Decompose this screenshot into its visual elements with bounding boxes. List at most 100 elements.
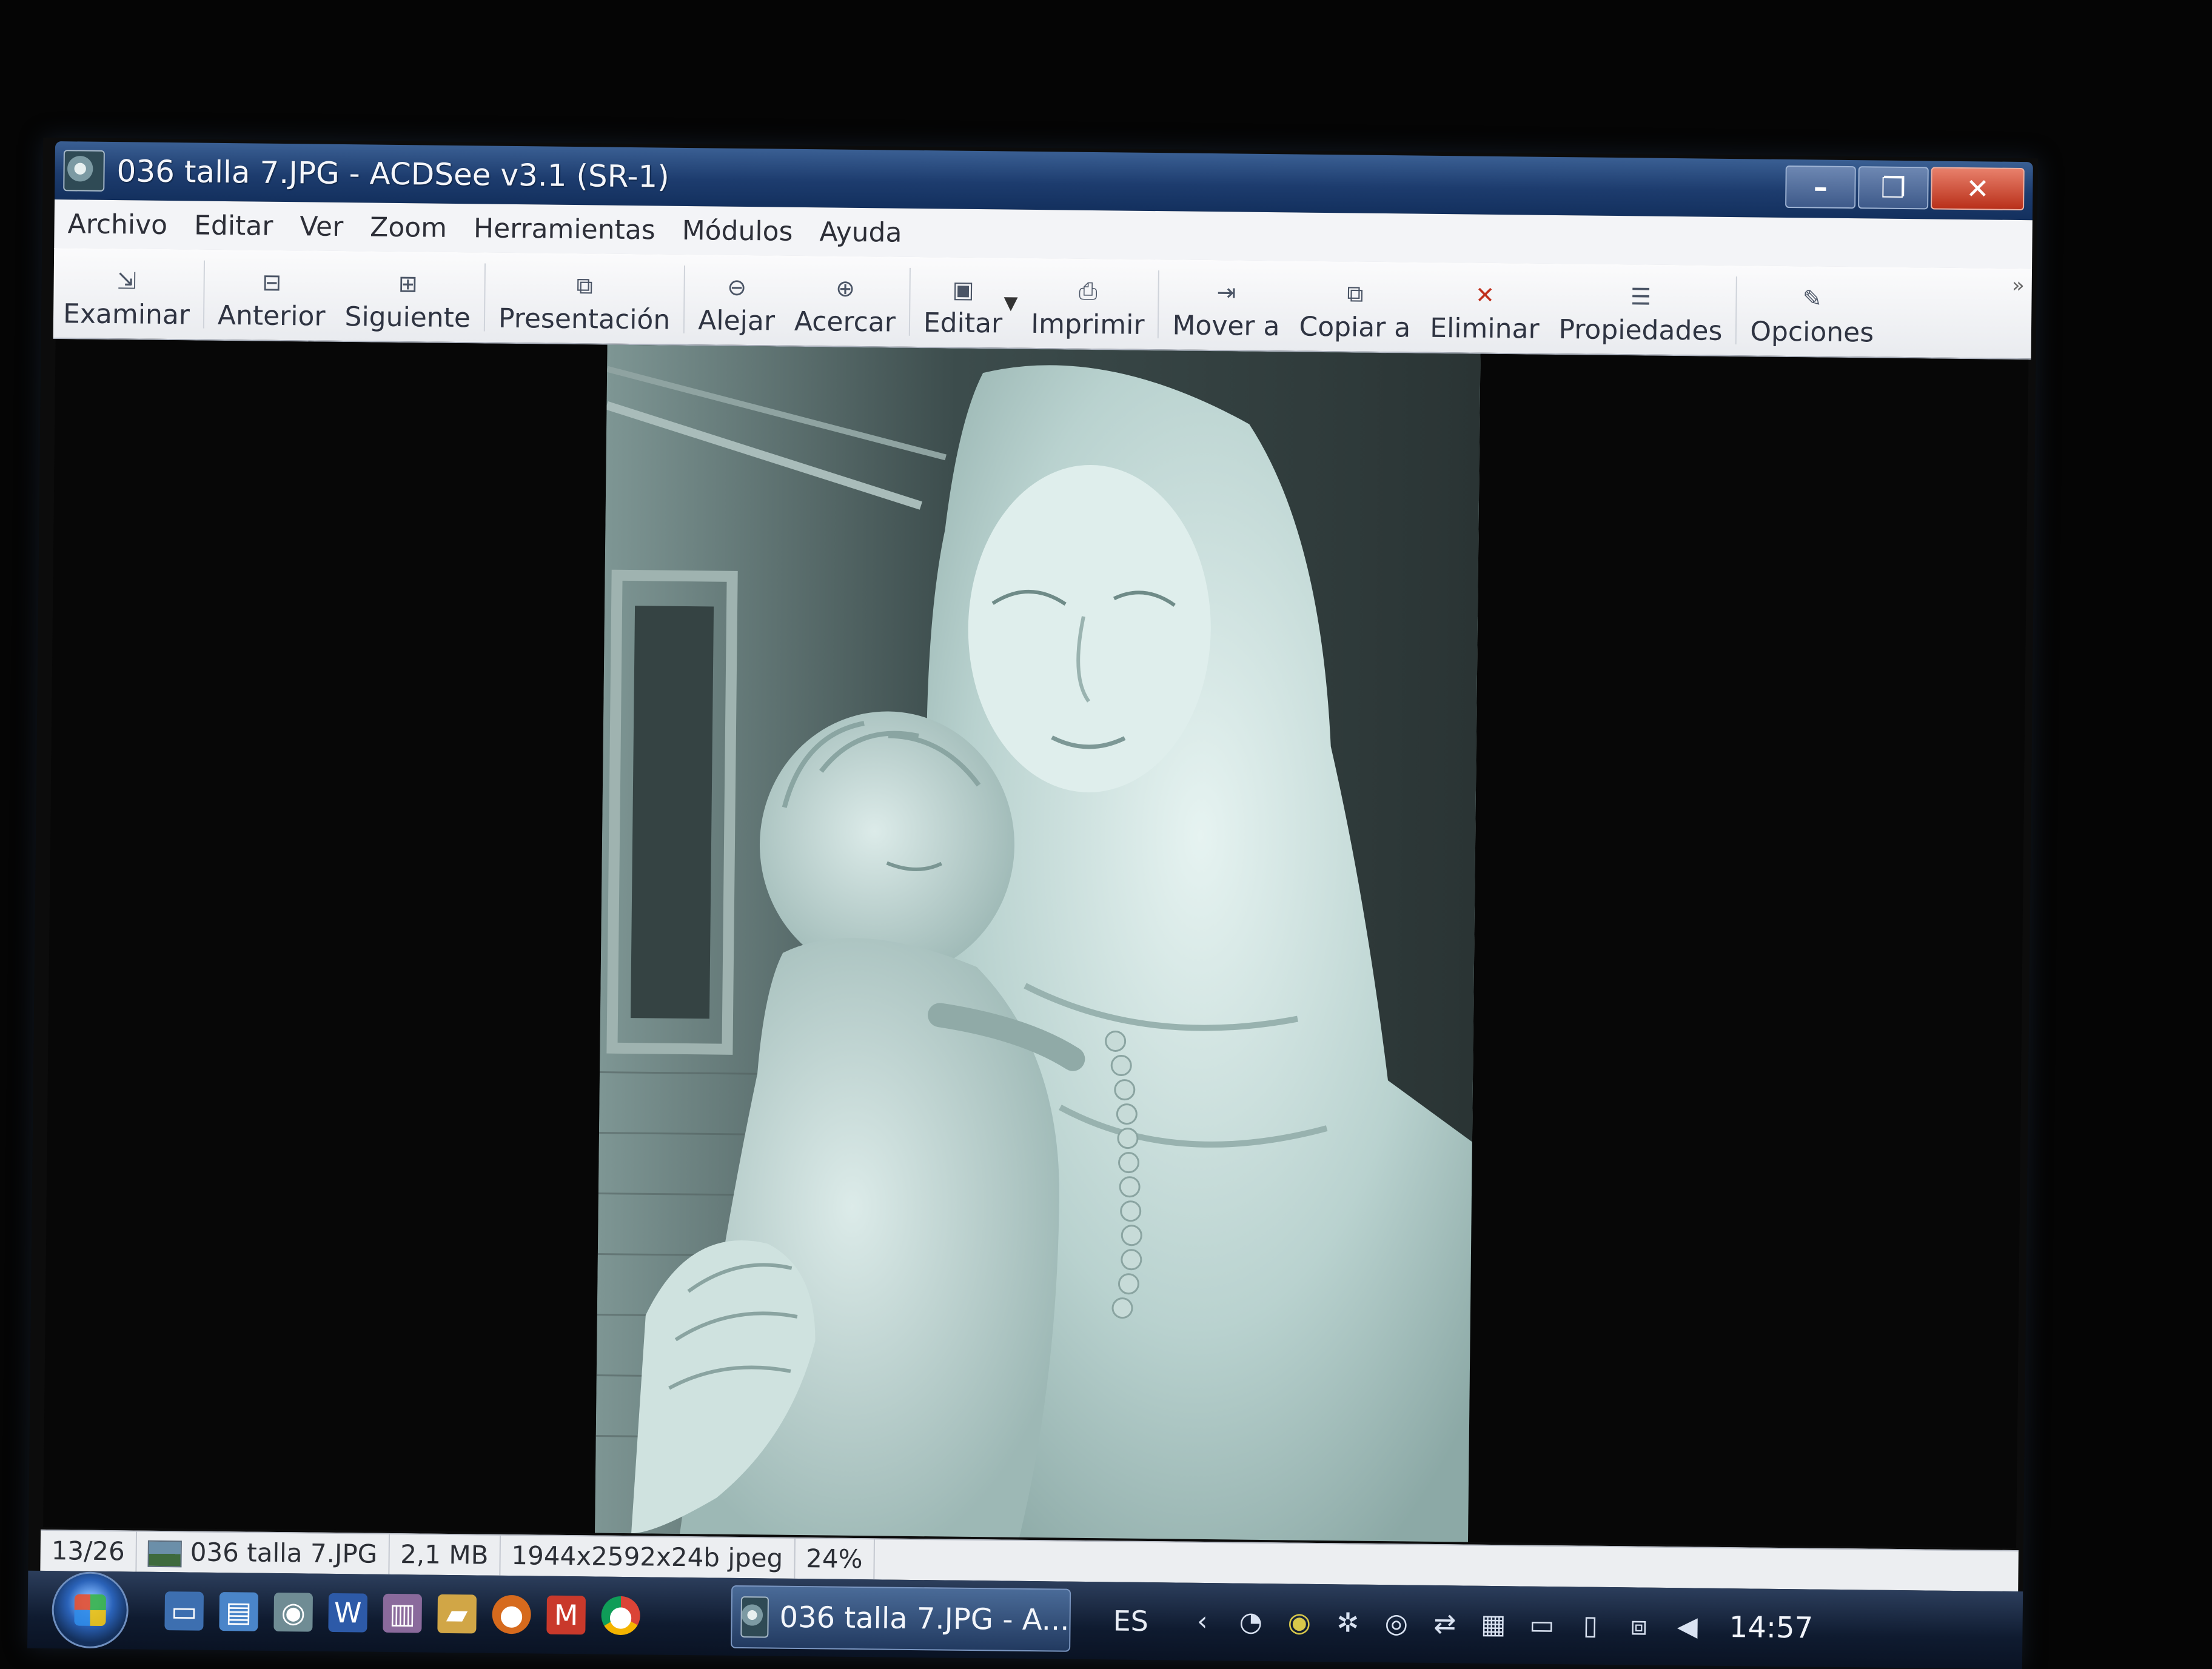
window-controls: – ❐ ✕ [1785,165,2025,211]
switch-windows-icon[interactable]: ▤ [219,1592,259,1631]
menu-ayuda[interactable]: Ayuda [806,216,915,249]
taskbar-window-label: 036 talla 7.JPG - A... [779,1600,1070,1637]
sculpture-image [595,344,1481,1542]
show-desktop-icon[interactable]: ▭ [164,1591,204,1631]
toolbar-overflow-icon[interactable]: » [2012,273,2025,298]
options-icon: ✎ [1802,285,1823,312]
close-icon: ✕ [1965,172,1989,206]
image-dimensions: 1944x2592x24b jpeg [500,1535,796,1579]
move-icon: ⇥ [1216,279,1236,306]
winrar-icon[interactable]: ▥ [383,1593,423,1633]
printer-icon: ⎙ [1078,277,1098,305]
tray-network-icon[interactable]: ▦ [1476,1607,1512,1643]
tray-antivirus-icon[interactable]: ◉ [1282,1605,1318,1641]
gmail-icon[interactable]: M [546,1595,586,1635]
tray-expand-icon[interactable]: ‹ [1185,1604,1221,1640]
editar-dropdown-arrow-icon[interactable]: ▼ [1004,292,1017,313]
slideshow-icon: ⧉ [576,272,594,299]
tray-usb-icon[interactable]: ⇄ [1427,1607,1463,1642]
window-title: 036 talla 7.JPG - ACDSee v3.1 (SR-1) [116,153,670,195]
file-size: 2,1 MB [389,1534,501,1576]
acdsee-quicklaunch-icon[interactable]: ◉ [273,1592,313,1632]
menu-herramientas[interactable]: Herramientas [460,213,669,246]
eliminar-label: Eliminar [1430,312,1540,345]
properties-icon: ☰ [1630,283,1652,310]
file-name: 036 talla 7.JPG [190,1537,378,1569]
delete-icon: ✕ [1475,281,1495,309]
zoom-level: 24% [794,1538,875,1580]
system-tray: ‹ ◔ ◉ ✲ ◎ ⇄ ▦ ▭ ▯ ⧈ ◀ [1185,1604,1706,1645]
editar-button[interactable]: ▣ Editar [913,257,1013,348]
opciones-button[interactable]: ✎ Opciones [1740,266,1884,356]
imprimir-button[interactable]: ⎙ Imprimir [1021,258,1155,349]
close-button[interactable]: ✕ [1931,167,2025,211]
menu-modulos[interactable]: Módulos [668,215,806,247]
tray-connection-icon[interactable]: ⧈ [1621,1608,1657,1644]
acdsee-app-icon[interactable] [63,150,105,192]
copiar-label: Copiar a [1299,311,1411,344]
toolbar-separator [683,265,686,333]
monitor-screen: 036 talla 7.JPG - ACDSee v3.1 (SR-1) – ❐… [27,137,2038,1669]
clock[interactable]: 14:57 [1729,1610,1814,1645]
toolbar-separator [203,260,205,329]
windows-logo-icon [74,1594,106,1627]
siguiente-label: Siguiente [344,301,471,334]
menu-zoom[interactable]: Zoom [357,212,460,244]
edit-icon: ▣ [952,276,974,303]
copiar-button[interactable]: ⧉ Copiar a [1289,261,1421,352]
presentacion-label: Presentación [498,303,671,336]
toolbar-separator [1158,270,1160,339]
restore-button[interactable]: ❐ [1858,166,1929,210]
zoom-out-icon: ⊖ [727,273,747,301]
quick-launch: ▭ ▤ ◉ W ▥ ▰ ● M ● [164,1591,640,1636]
tray-display-icon[interactable]: ▭ [1524,1608,1560,1644]
firefox-icon[interactable]: ● [492,1594,532,1634]
anterior-button[interactable]: ⊟ Anterior [207,250,335,341]
restore-icon: ❐ [1880,171,1906,205]
eliminar-button[interactable]: ✕ Eliminar [1420,263,1550,353]
toolbar-separator [1735,276,1738,345]
toolbar-separator [908,267,911,336]
examinar-button[interactable]: ⇲ Examinar [53,248,200,339]
presentacion-button[interactable]: ⧉ Presentación [489,253,681,344]
copy-icon: ⧉ [1347,280,1364,307]
minimize-button[interactable]: – [1785,165,1856,209]
minimize-icon: – [1813,170,1828,204]
image-viewer[interactable] [43,339,2029,1548]
image-file-icon [147,1540,182,1567]
propiedades-button[interactable]: ☰ Propiedades [1549,264,1732,355]
alejar-label: Alejar [698,305,776,337]
toolbar-separator [483,263,486,332]
siguiente-button[interactable]: ⊞ Siguiente [335,251,481,342]
mover-button[interactable]: ⇥ Mover a [1162,259,1290,350]
menu-editar[interactable]: Editar [181,210,287,242]
menu-ver[interactable]: Ver [286,211,357,242]
tray-volume-icon[interactable]: ◀ [1670,1609,1706,1645]
acdsee-task-icon [740,1596,769,1638]
image-position: 13/26 [40,1530,138,1572]
examinar-label: Examinar [62,298,190,331]
acercar-button[interactable]: ⊕ Acercar [785,256,907,347]
word-icon[interactable]: W [328,1593,368,1633]
tray-battery-icon[interactable]: ▯ [1573,1608,1609,1644]
browse-icon: ⇲ [116,267,137,295]
imprimir-label: Imprimir [1030,308,1145,341]
taskbar-acdsee-window[interactable]: 036 talla 7.JPG - A... [731,1585,1071,1652]
alejar-button[interactable]: ⊖ Alejar [688,255,785,346]
tray-app-icon[interactable]: ◔ [1233,1605,1269,1641]
start-button[interactable] [52,1571,129,1649]
mover-label: Mover a [1172,310,1280,343]
editar-label: Editar [923,307,1003,339]
language-indicator[interactable]: ES [1113,1604,1148,1637]
menu-archivo[interactable]: Archivo [54,209,181,241]
tray-update-icon[interactable]: ◎ [1379,1606,1415,1642]
tray-tools-icon[interactable]: ✲ [1330,1605,1366,1641]
next-icon: ⊞ [398,270,418,298]
chrome-icon[interactable]: ● [601,1596,640,1636]
anterior-label: Anterior [217,299,326,332]
acercar-label: Acercar [794,306,896,338]
previous-icon: ⊟ [262,269,282,296]
sculpture-photo [595,344,1481,1542]
zoom-in-icon: ⊕ [835,275,856,302]
folder-icon[interactable]: ▰ [437,1594,477,1634]
